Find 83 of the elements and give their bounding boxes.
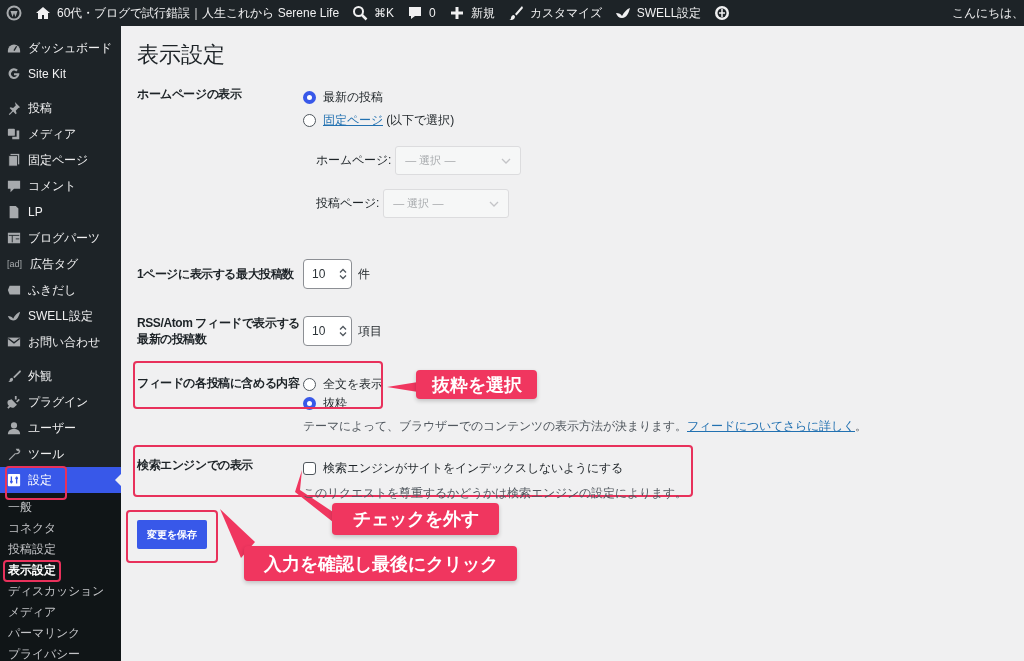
submenu-item[interactable]: コネクタ bbox=[0, 518, 121, 539]
sidebar-item[interactable]: LP bbox=[0, 199, 121, 225]
submenu-item[interactable]: 投稿設定 bbox=[0, 539, 121, 560]
help-text: テーマによって、ブラウザーでのコンテンツの表示方法が決まります。フィードについてさらに詳しく。 bbox=[303, 418, 867, 435]
field-label: RSS/Atom フィードで表示する最新の投稿数 bbox=[137, 315, 301, 347]
select-label: 投稿ページ: bbox=[316, 195, 380, 212]
submenu-item[interactable]: 表示設定 bbox=[0, 560, 121, 581]
sidebar-item[interactable]: プラグイン bbox=[0, 389, 121, 415]
envelope-icon bbox=[7, 335, 21, 349]
ad-icon: [ad] bbox=[7, 259, 23, 269]
spinner-icon[interactable] bbox=[339, 268, 347, 280]
sidebar-item[interactable]: お問い合わせ bbox=[0, 329, 121, 355]
settings-icon bbox=[7, 473, 21, 487]
swell-link[interactable]: SWELL設定 bbox=[614, 4, 702, 22]
sidebar-item[interactable]: Site Kit bbox=[0, 61, 121, 87]
sidebar-item[interactable]: 投稿 bbox=[0, 95, 121, 121]
pin-icon bbox=[7, 101, 21, 115]
sidebar-item[interactable]: SWELL設定 bbox=[0, 303, 121, 329]
page-title: 表示設定 bbox=[137, 41, 226, 69]
customize-link[interactable]: カスタマイズ bbox=[507, 4, 602, 22]
checkbox[interactable] bbox=[303, 462, 316, 475]
feed-help-link[interactable]: フィードについてさらに詳しく bbox=[687, 419, 855, 433]
submenu-item[interactable]: メディア bbox=[0, 602, 121, 623]
chevron-down-icon bbox=[501, 157, 512, 164]
plug-icon bbox=[7, 395, 21, 409]
google-g-icon bbox=[7, 67, 21, 81]
comment-icon bbox=[7, 179, 21, 193]
field-label: 検索エンジンでの表示 bbox=[137, 457, 254, 474]
submenu-item[interactable]: パーマリンク bbox=[0, 623, 121, 644]
site-name-link[interactable]: 60代・ブログで試行錯誤｜人生これから Serene Life bbox=[35, 4, 340, 22]
field-label: フィードの各投稿に含める内容 bbox=[137, 375, 301, 392]
sidebar-item[interactable]: [ad] 広告タグ bbox=[0, 251, 121, 277]
search-icon bbox=[352, 5, 369, 21]
sidebar-item[interactable]: コメント bbox=[0, 173, 121, 199]
radio-button[interactable] bbox=[303, 378, 316, 391]
unit-label: 件 bbox=[358, 265, 370, 283]
field-label: 1ページに表示する最大投稿数 bbox=[137, 266, 296, 282]
media-icon bbox=[7, 127, 21, 141]
callout-pointer bbox=[219, 508, 255, 558]
select-label: ホームページ: bbox=[316, 152, 392, 169]
layout-icon bbox=[7, 231, 21, 245]
sidebar-item[interactable]: 外観 bbox=[0, 363, 121, 389]
comment-icon bbox=[407, 5, 424, 21]
sidebar-item[interactable]: ふきだし bbox=[0, 277, 121, 303]
submenu-item[interactable]: 一般 bbox=[0, 497, 121, 518]
spinner-icon[interactable] bbox=[339, 325, 347, 337]
radio-button[interactable] bbox=[303, 114, 316, 127]
brush-icon bbox=[7, 369, 21, 383]
pages-icon bbox=[7, 153, 21, 167]
plus-icon bbox=[448, 5, 465, 21]
callout-label: 抜粋を選択 bbox=[416, 370, 537, 399]
option-label: 最新の投稿 bbox=[323, 89, 383, 106]
sidebar-item[interactable]: メディア bbox=[0, 121, 121, 147]
menu-pointer-icon bbox=[115, 474, 121, 486]
page-icon bbox=[7, 205, 21, 219]
number-field[interactable]: 10 bbox=[303, 259, 352, 289]
speech-bubble-icon bbox=[7, 283, 21, 297]
search-link[interactable]: ⌘K bbox=[352, 5, 395, 21]
sidebar-item[interactable]: ユーザー bbox=[0, 415, 121, 441]
greeting-text[interactable]: こんにちは、 bbox=[952, 4, 1024, 22]
checkbox-label: 検索エンジンがサイトをインデックスしないようにする bbox=[323, 460, 623, 477]
sidebar-item[interactable]: ブログパーツ bbox=[0, 225, 121, 251]
new-link[interactable]: 新規 bbox=[448, 4, 495, 22]
save-button[interactable]: 変更を保存 bbox=[137, 520, 207, 549]
field-label: ホームページの表示 bbox=[137, 86, 243, 103]
globe-icon[interactable] bbox=[714, 5, 731, 21]
sidebar-item[interactable]: ダッシュボード bbox=[0, 35, 121, 61]
unit-label: 項目 bbox=[358, 322, 382, 340]
comments-link[interactable]: 0 bbox=[407, 5, 436, 21]
sidebar-item[interactable]: ツール bbox=[0, 441, 121, 467]
sidebar-item[interactable]: 固定ページ bbox=[0, 147, 121, 173]
radio-button[interactable] bbox=[303, 91, 316, 104]
callout-label: 入力を確認し最後にクリック bbox=[244, 546, 517, 581]
submenu-item[interactable]: プライバシー bbox=[0, 644, 121, 661]
user-icon bbox=[7, 421, 21, 435]
brush-icon bbox=[507, 5, 524, 21]
home-icon bbox=[35, 5, 51, 21]
number-field[interactable]: 10 bbox=[303, 316, 352, 346]
option-label: 固定ページ (以下で選択) bbox=[323, 112, 455, 129]
chevron-down-icon bbox=[489, 200, 500, 207]
sidebar-item[interactable]: 設定 bbox=[0, 467, 121, 493]
fixed-page-link[interactable]: 固定ページ bbox=[323, 113, 383, 127]
submenu-item[interactable]: ディスカッション bbox=[0, 581, 121, 602]
